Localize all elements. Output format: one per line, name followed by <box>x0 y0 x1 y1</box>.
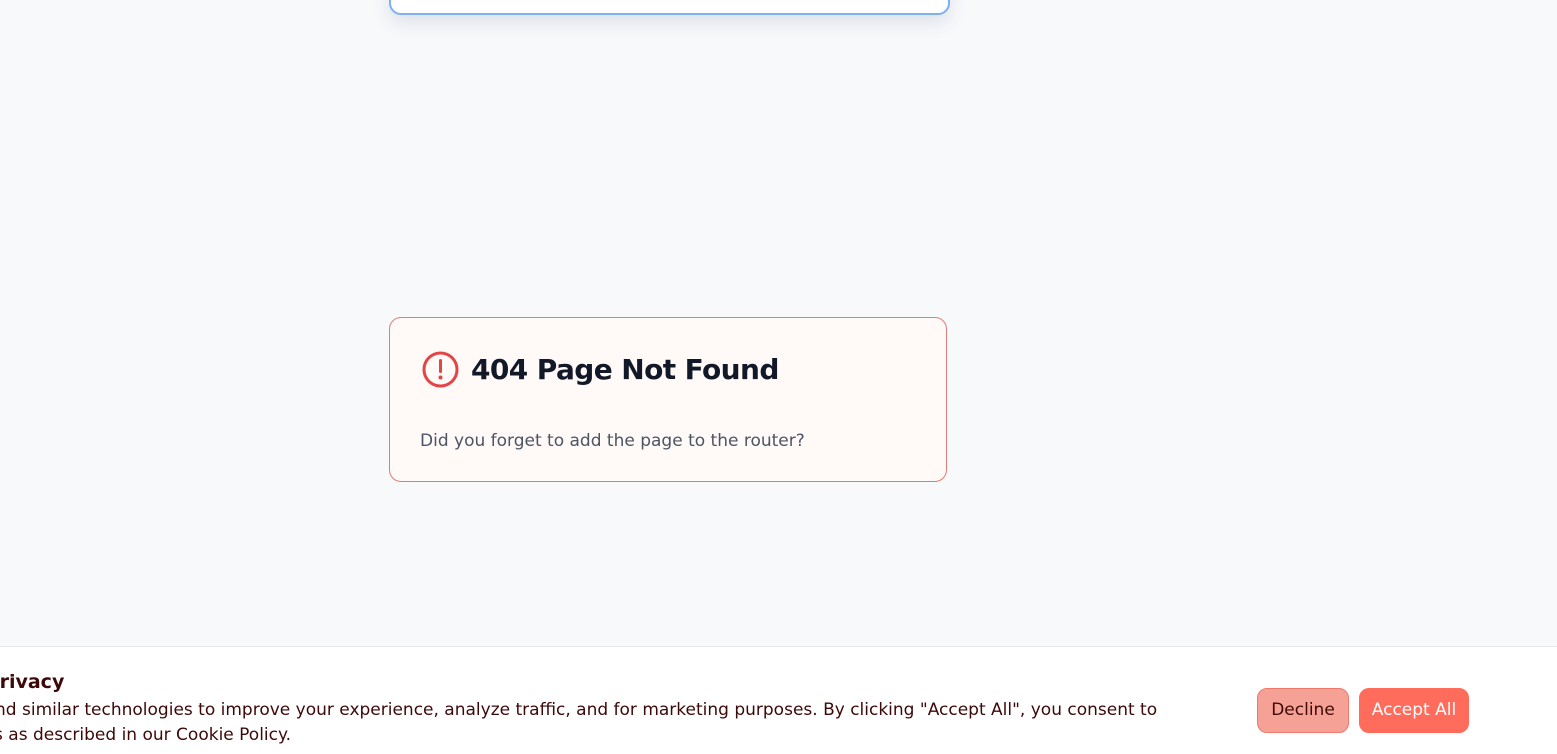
not-found-card: 404 Page Not Found Did you forget to add… <box>389 317 947 482</box>
cookie-actions: Decline Accept All <box>1257 688 1469 733</box>
app-viewport: 404 Page Not Found Did you forget to add… <box>0 0 1557 754</box>
cookie-text: r privacy We use cookies and similar tec… <box>0 668 1200 748</box>
alert-circle-icon <box>421 350 460 389</box>
cookie-title: r privacy <box>0 671 65 693</box>
decline-button[interactable]: Decline <box>1257 688 1349 733</box>
accept-all-button[interactable]: Accept All <box>1359 688 1469 733</box>
not-found-message: Did you forget to add the page to the ro… <box>420 431 805 451</box>
page-title: 404 Page Not Found <box>471 352 779 386</box>
not-found-header: 404 Page Not Found <box>421 350 779 389</box>
top-card-fragment <box>389 0 950 15</box>
cookie-consent-banner: r privacy We use cookies and similar tec… <box>0 646 1557 754</box>
cookie-description: We use cookies and similar technologies … <box>0 700 1158 745</box>
